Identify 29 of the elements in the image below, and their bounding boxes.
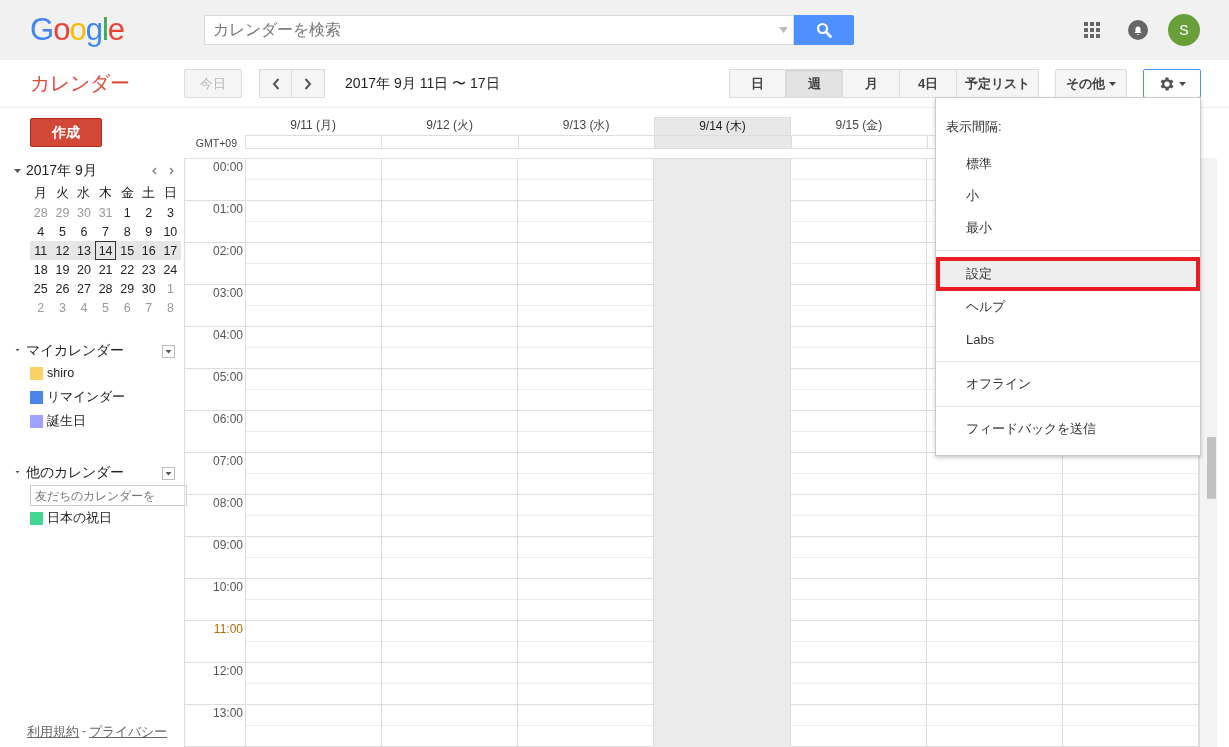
hour-label: 13:00 (212, 706, 243, 720)
hour-label: 02:00 (212, 244, 243, 258)
hour-label: 10:00 (212, 580, 243, 594)
weekday-label: 金 (119, 185, 135, 202)
hour-label: 07:00 (212, 454, 243, 468)
weekday-label: 木 (98, 185, 114, 202)
hour-label: 03:00 (212, 286, 243, 300)
weekday-label: 月 (33, 185, 49, 202)
hour-label: 08:00 (212, 496, 243, 510)
separator-text: - (82, 724, 87, 740)
hour-label: 05:00 (212, 370, 243, 384)
month-title: 2017年 9月 (26, 162, 97, 180)
section-title: 他のカレンダー (26, 464, 124, 482)
weekday-label: 水 (76, 185, 92, 202)
weekday-label: 日 (162, 185, 178, 202)
app-title: カレンダー (29, 71, 131, 96)
weekday-label: 土 (141, 185, 157, 202)
hour-label: 09:00 (212, 538, 243, 552)
hour-label: 01:00 (212, 202, 243, 216)
section-title: マイカレンダー (26, 342, 124, 360)
timezone-label: GMT+09 (194, 136, 238, 149)
hour-label: 12:00 (212, 664, 243, 678)
hour-label: 04:00 (212, 328, 243, 342)
date-range: 2017年 9月 11日 〜 17日 (345, 74, 500, 93)
hour-label: 00:00 (212, 160, 243, 174)
weekday-label: 火 (54, 185, 70, 202)
hour-label: 06:00 (212, 412, 243, 426)
hour-label: 11:00 (213, 622, 243, 636)
menu-heading: 表示間隔: (945, 118, 1003, 136)
